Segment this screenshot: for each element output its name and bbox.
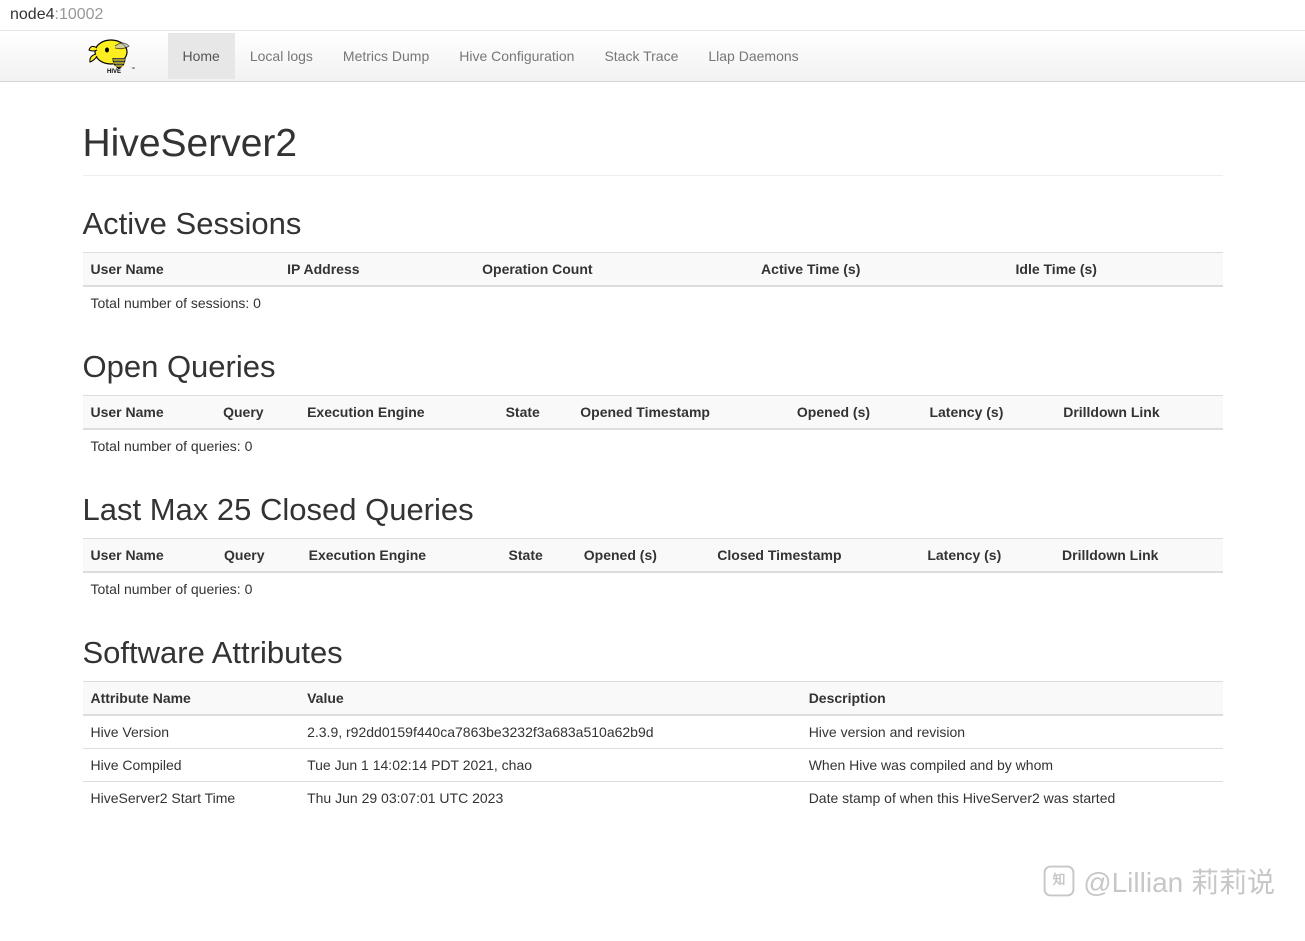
table-active-sessions: User Name IP Address Operation Count Act… [83, 252, 1223, 319]
nav-item-stack-trace[interactable]: Stack Trace [589, 33, 693, 79]
page-header: HiveServer2 [83, 122, 1223, 176]
open-queries-total: Total number of queries: 0 [83, 429, 1223, 462]
table-closed-queries: User Name Query Execution Engine State O… [83, 538, 1223, 605]
attr-value: Thu Jun 29 03:07:01 UTC 2023 [299, 782, 801, 815]
navbar: HIVE ™ Home Local logs Metrics Dump Hive… [0, 31, 1305, 82]
section-software-attributes: Software Attributes Attribute Name Value… [83, 635, 1223, 814]
table-software-attributes: Attribute Name Value Description Hive Ve… [83, 681, 1223, 814]
col-opened-timestamp: Opened Timestamp [572, 396, 789, 430]
brand-logo[interactable]: HIVE ™ [83, 31, 168, 81]
table-header-row: User Name Query Execution Engine State O… [83, 539, 1223, 573]
col-user-name: User Name [83, 253, 280, 287]
section-open-queries: Open Queries User Name Query Execution E… [83, 349, 1223, 462]
nav-tabs: Home Local logs Metrics Dump Hive Config… [168, 33, 814, 79]
attr-desc: When Hive was compiled and by whom [801, 749, 1223, 782]
table-header-row: Attribute Name Value Description [83, 682, 1223, 716]
table-footer-row: Total number of queries: 0 [83, 429, 1223, 462]
svg-text:HIVE: HIVE [107, 69, 121, 75]
zhihu-icon: 知 [1043, 865, 1075, 897]
col-latency-s: Latency (s) [919, 539, 1054, 573]
col-opened-s: Opened (s) [789, 396, 922, 430]
nav-item-home[interactable]: Home [168, 33, 235, 79]
attr-desc: Date stamp of when this HiveServer2 was … [801, 782, 1223, 815]
col-ip-address: IP Address [279, 253, 474, 287]
port-text: :10002 [55, 6, 104, 23]
col-description: Description [801, 682, 1223, 716]
col-query: Query [216, 539, 301, 573]
nav-item-metrics-dump[interactable]: Metrics Dump [328, 33, 444, 79]
table-open-queries: User Name Query Execution Engine State O… [83, 395, 1223, 462]
attr-name: HiveServer2 Start Time [83, 782, 300, 815]
heading-closed-queries: Last Max 25 Closed Queries [83, 492, 1223, 528]
svg-text:知: 知 [1053, 872, 1066, 887]
col-drilldown-link: Drilldown Link [1054, 539, 1222, 573]
section-closed-queries: Last Max 25 Closed Queries User Name Que… [83, 492, 1223, 605]
col-idle-time: Idle Time (s) [1008, 253, 1223, 287]
col-operation-count: Operation Count [474, 253, 753, 287]
heading-active-sessions: Active Sessions [83, 206, 1223, 242]
main-container: HiveServer2 Active Sessions User Name IP… [68, 122, 1238, 814]
col-user-name: User Name [83, 539, 217, 573]
col-active-time: Active Time (s) [753, 253, 1007, 287]
nav-item-hive-configuration[interactable]: Hive Configuration [444, 33, 589, 79]
nav-item-llap-daemons[interactable]: Llap Daemons [693, 33, 813, 79]
watermark-text: @Lillian 莉莉说 [1083, 861, 1275, 901]
attr-value: Tue Jun 1 14:02:14 PDT 2021, chao [299, 749, 801, 782]
sessions-total: Total number of sessions: 0 [83, 286, 1223, 319]
table-row: Hive Version 2.3.9, r92dd0159f440ca7863b… [83, 715, 1223, 749]
attr-desc: Hive version and revision [801, 715, 1223, 749]
nav-item-local-logs[interactable]: Local logs [235, 33, 328, 79]
closed-queries-total: Total number of queries: 0 [83, 572, 1223, 605]
table-row: Hive Compiled Tue Jun 1 14:02:14 PDT 202… [83, 749, 1223, 782]
attr-name: Hive Compiled [83, 749, 300, 782]
col-closed-timestamp: Closed Timestamp [709, 539, 919, 573]
table-footer-row: Total number of sessions: 0 [83, 286, 1223, 319]
address-bar: node4:10002 [0, 0, 1305, 31]
col-user-name: User Name [83, 396, 216, 430]
table-footer-row: Total number of queries: 0 [83, 572, 1223, 605]
host-text: node4 [10, 6, 55, 23]
col-execution-engine: Execution Engine [299, 396, 498, 430]
heading-software-attributes: Software Attributes [83, 635, 1223, 671]
table-header-row: User Name IP Address Operation Count Act… [83, 253, 1223, 287]
col-query: Query [215, 396, 299, 430]
col-attribute-name: Attribute Name [83, 682, 300, 716]
col-opened-s: Opened (s) [576, 539, 710, 573]
col-latency-s: Latency (s) [921, 396, 1055, 430]
col-state: State [501, 539, 576, 573]
col-value: Value [299, 682, 801, 716]
table-row: HiveServer2 Start Time Thu Jun 29 03:07:… [83, 782, 1223, 815]
attr-name: Hive Version [83, 715, 300, 749]
col-state: State [498, 396, 573, 430]
col-execution-engine: Execution Engine [301, 539, 501, 573]
heading-open-queries: Open Queries [83, 349, 1223, 385]
table-header-row: User Name Query Execution Engine State O… [83, 396, 1223, 430]
attr-value: 2.3.9, r92dd0159f440ca7863be3232f3a683a5… [299, 715, 801, 749]
page-title: HiveServer2 [83, 122, 1223, 166]
section-active-sessions: Active Sessions User Name IP Address Ope… [83, 206, 1223, 319]
svg-text:™: ™ [131, 66, 135, 71]
hive-logo-icon: HIVE ™ [83, 36, 153, 76]
col-drilldown-link: Drilldown Link [1055, 396, 1222, 430]
watermark: 知 @Lillian 莉莉说 [1043, 861, 1275, 901]
